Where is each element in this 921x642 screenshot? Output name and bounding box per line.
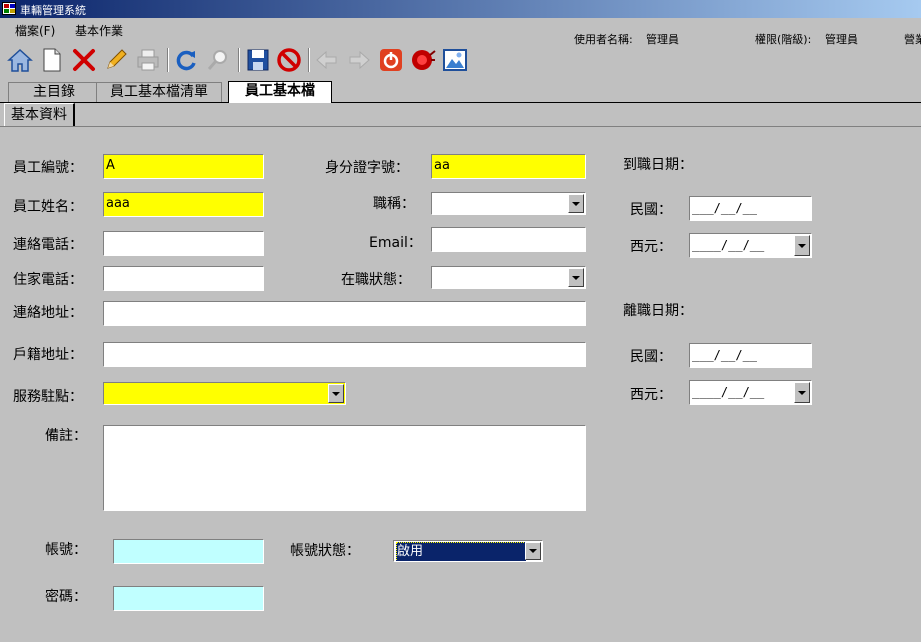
employee-name-field[interactable]: aaa [103, 192, 264, 217]
title-bar: 車輛管理系統 [0, 0, 921, 18]
refresh-button[interactable] [172, 46, 200, 74]
id-no-field[interactable]: aa [431, 154, 586, 179]
home-phone-label: 住家電話： [13, 272, 83, 288]
email-field[interactable] [431, 227, 586, 252]
toolbar-separator [238, 48, 240, 72]
menu-bar: 檔案(F) 基本作業 使用者名稱: 管理員 權限(階級): 管理員 營業 [0, 18, 921, 46]
edit-button[interactable] [102, 46, 130, 74]
search-icon [207, 50, 227, 70]
app-icon [2, 2, 16, 15]
phone-label: 連絡電話： [13, 237, 83, 253]
service-location-combo[interactable] [103, 382, 346, 405]
address-label: 連絡地址： [13, 305, 83, 321]
picture-button[interactable] [441, 46, 469, 74]
save-button[interactable] [244, 46, 272, 74]
chevron-down-icon[interactable] [794, 382, 810, 403]
home-icon [7, 48, 33, 72]
delete-icon [73, 49, 95, 71]
inner-tab-divider [0, 126, 921, 127]
title-label: 職稱： [373, 196, 415, 212]
toolbar [0, 42, 921, 78]
note-textarea[interactable] [103, 425, 586, 511]
alarm-icon [412, 50, 436, 70]
chevron-down-icon[interactable] [568, 194, 584, 213]
search-button[interactable] [204, 46, 232, 74]
phone-field[interactable] [103, 231, 264, 256]
back-button[interactable] [313, 46, 341, 74]
tab-main-menu[interactable]: 主目錄 [8, 82, 100, 102]
tab-basic-info[interactable]: 基本資料 [4, 103, 75, 126]
alarm-button[interactable] [409, 46, 437, 74]
picture-icon [443, 49, 467, 71]
title-combo[interactable] [431, 192, 586, 215]
service-location-label: 服務駐點： [13, 389, 83, 405]
id-no-label: 身分證字號： [325, 160, 409, 176]
new-button[interactable] [38, 46, 66, 74]
password-label: 密碼： [45, 589, 87, 605]
print-button[interactable] [134, 46, 162, 74]
account-status-combo[interactable]: 啟用 [393, 540, 543, 562]
leave-ad-date-combo[interactable]: ____/__/__ [689, 380, 812, 405]
back-arrow-icon [316, 50, 337, 70]
cancel-icon [277, 48, 301, 72]
email-label: Email： [369, 235, 422, 251]
account-field[interactable] [113, 539, 264, 564]
employee-no-field[interactable]: A [103, 154, 264, 179]
address-field[interactable] [103, 301, 586, 326]
note-label: 備註： [45, 428, 87, 444]
refresh-icon [176, 50, 196, 71]
save-icon [247, 49, 269, 71]
leave-ad-date-value: ____/__/__ [692, 385, 765, 399]
home-button[interactable] [6, 46, 34, 74]
toolbar-separator [167, 48, 169, 72]
employee-name-label: 員工姓名： [13, 199, 83, 215]
account-label: 帳號： [45, 542, 87, 558]
tab-employee-list[interactable]: 員工基本檔清單 [96, 82, 222, 102]
hire-roc-date-field[interactable]: ___/__/__ [689, 196, 812, 221]
print-icon [137, 49, 159, 71]
password-field[interactable] [113, 586, 264, 611]
employee-no-label: 員工編號： [13, 160, 83, 176]
menu-basic-operations[interactable]: 基本作業 [75, 22, 123, 39]
chevron-down-icon[interactable] [794, 235, 810, 256]
power-button[interactable] [377, 46, 405, 74]
hire-ad-date-combo[interactable]: ____/__/__ [689, 233, 812, 258]
hire-ad-date-value: ____/__/__ [692, 238, 765, 252]
hire-roc-label: 民國： [630, 202, 672, 218]
home-phone-field[interactable] [103, 266, 264, 291]
menu-file[interactable]: 檔案(F) [15, 22, 55, 39]
edit-pencil-icon [107, 49, 127, 69]
account-status-label: 帳號狀態： [290, 543, 360, 559]
registered-address-field[interactable] [103, 342, 586, 367]
toolbar-separator [308, 48, 310, 72]
window-title: 車輛管理系統 [20, 4, 86, 17]
forward-button[interactable] [345, 46, 373, 74]
hire-ad-label: 西元： [630, 239, 672, 255]
chevron-down-icon[interactable] [328, 384, 344, 403]
chevron-down-icon[interactable] [525, 542, 541, 560]
leave-roc-date-field[interactable]: ___/__/__ [689, 343, 812, 368]
tab-strip: 主目錄 員工基本檔清單 員工基本檔 [0, 80, 921, 103]
hire-date-label: 到職日期： [623, 157, 693, 173]
power-icon [380, 49, 402, 71]
chevron-down-icon[interactable] [568, 268, 584, 287]
forward-arrow-icon [349, 50, 370, 70]
leave-ad-label: 西元： [630, 387, 672, 403]
status-label: 在職狀態： [341, 272, 411, 288]
delete-button[interactable] [70, 46, 98, 74]
registered-address-label: 戶籍地址： [13, 347, 83, 363]
cancel-button[interactable] [275, 46, 303, 74]
leave-roc-label: 民國： [630, 349, 672, 365]
account-status-value: 啟用 [396, 542, 526, 561]
tab-employee-record[interactable]: 員工基本檔 [228, 81, 332, 103]
leave-date-label: 離職日期： [623, 303, 693, 319]
new-document-icon [43, 48, 61, 72]
status-combo[interactable] [431, 266, 586, 289]
